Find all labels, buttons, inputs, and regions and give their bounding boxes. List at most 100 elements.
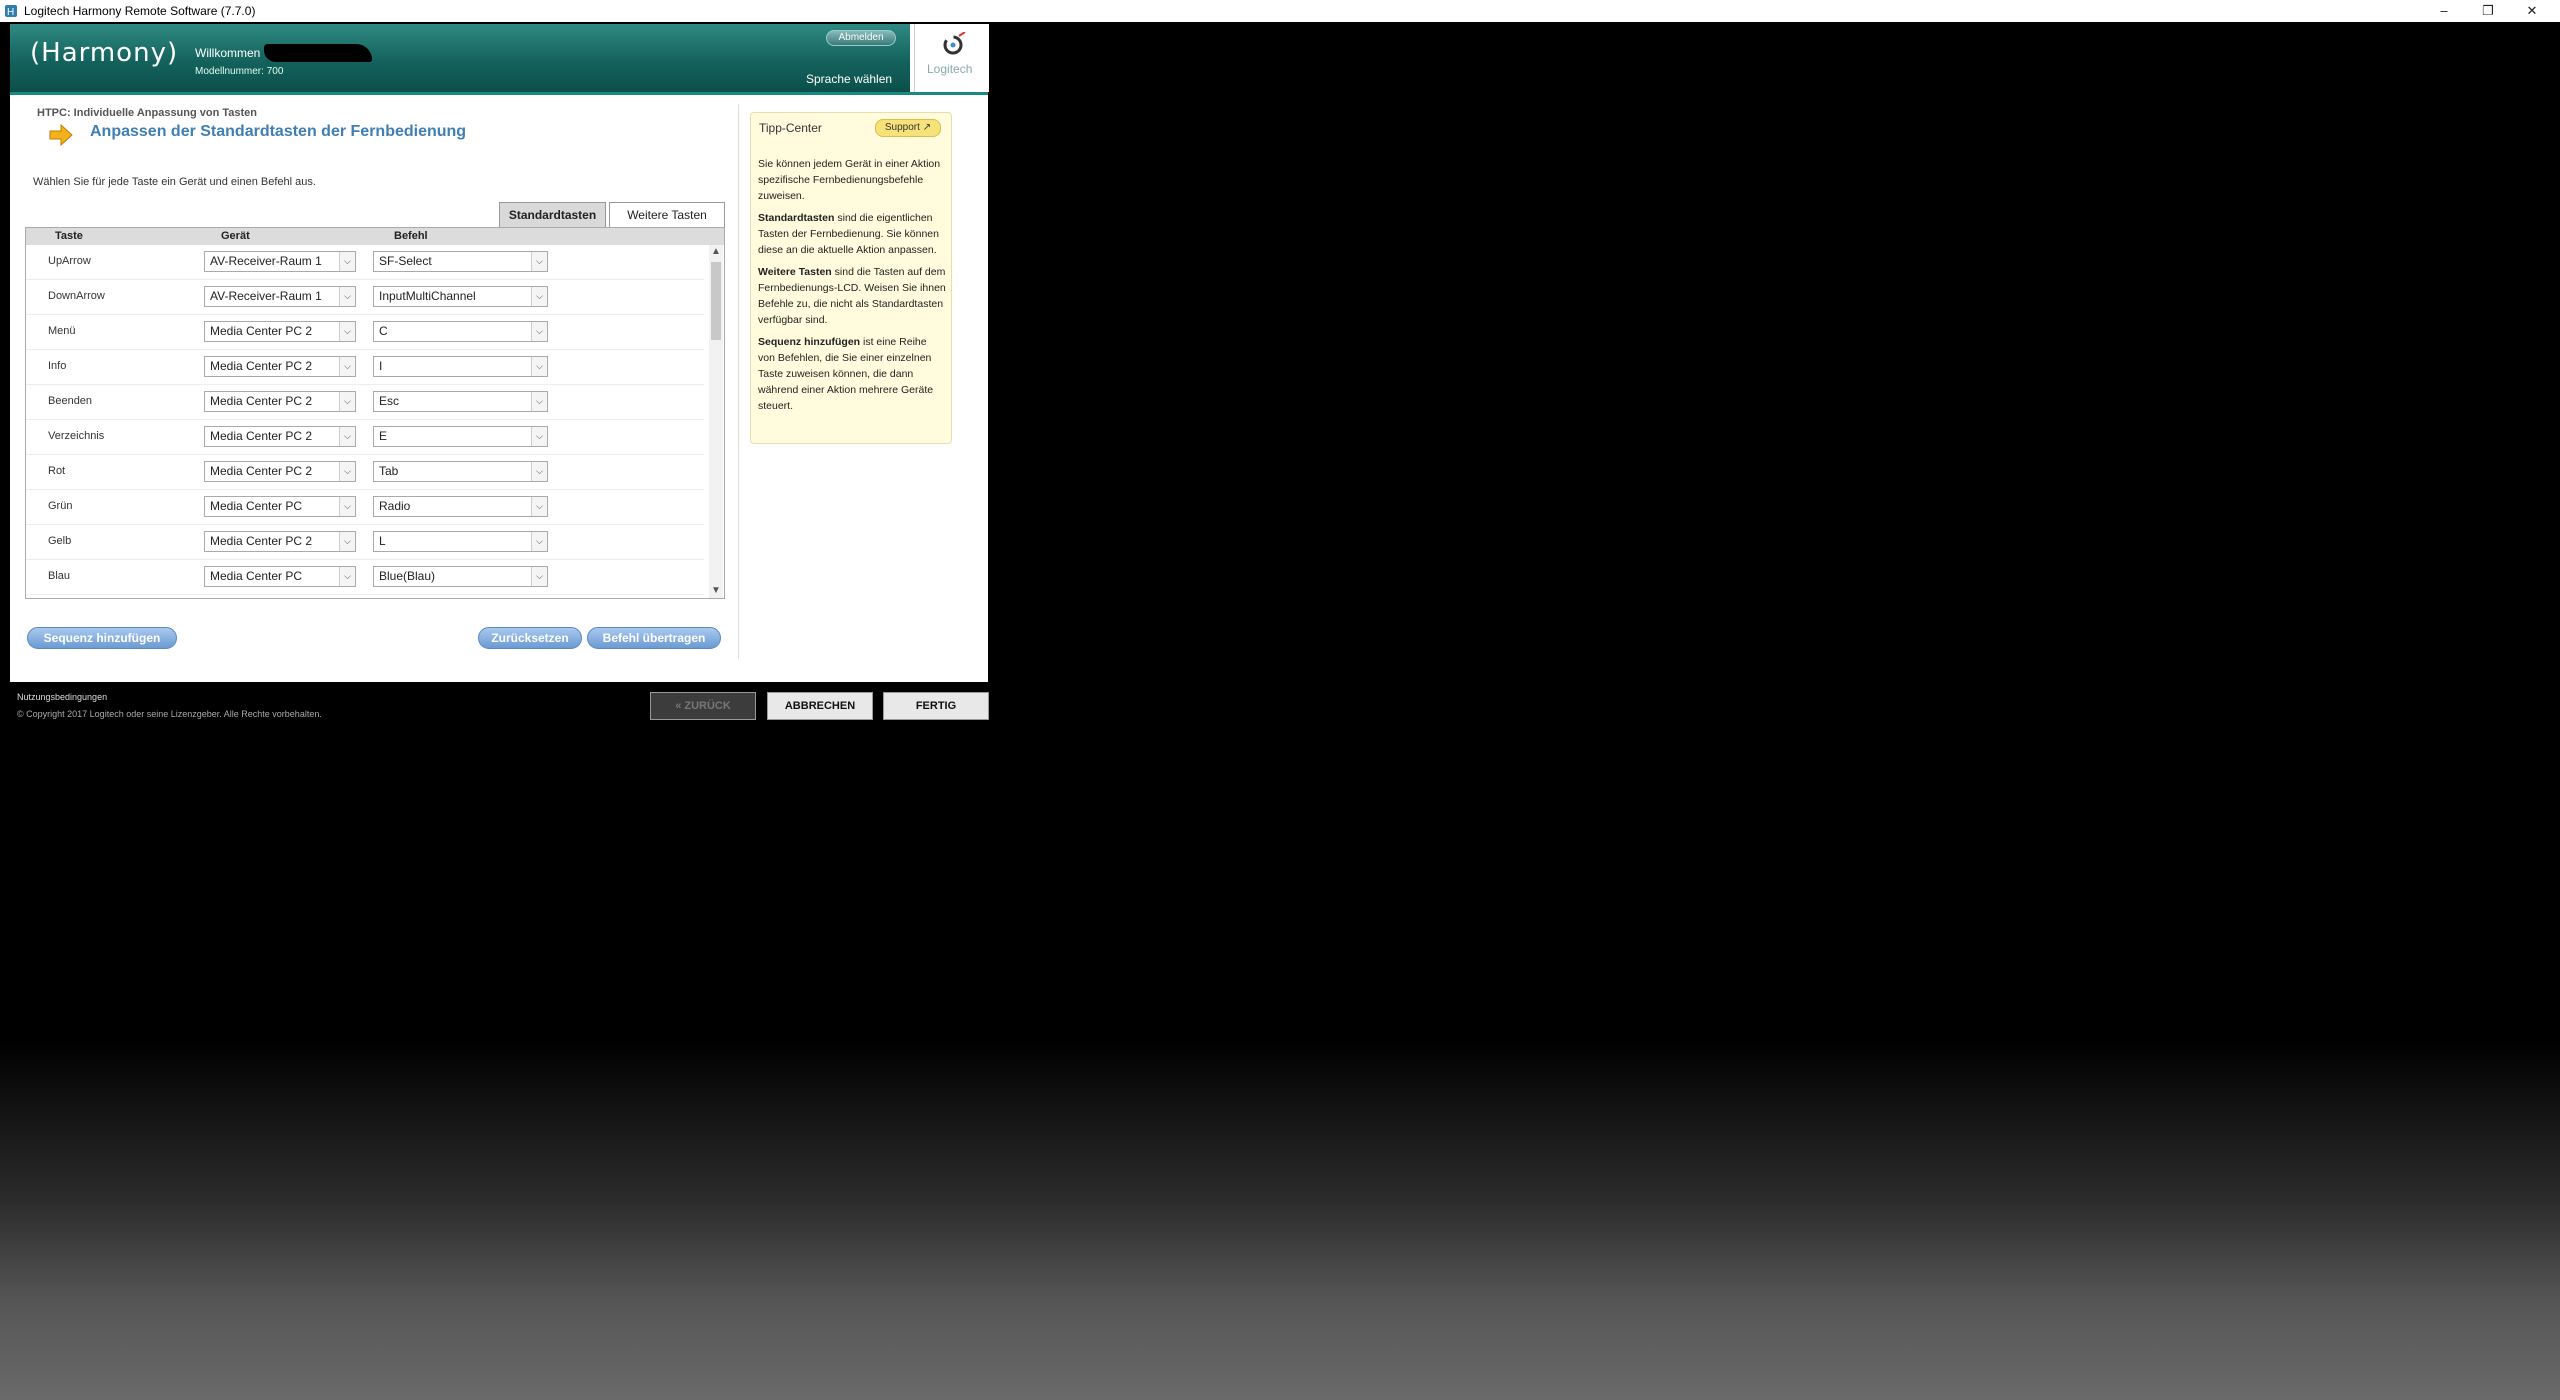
- command-select[interactable]: Radio ⌵: [373, 496, 548, 517]
- chevron-down-icon: ⌵: [339, 532, 355, 551]
- command-select[interactable]: Tab ⌵: [373, 461, 548, 482]
- command-select[interactable]: E ⌵: [373, 426, 548, 447]
- chevron-down-icon: ⌵: [339, 357, 355, 376]
- key-label: Menü: [48, 325, 76, 337]
- close-button[interactable]: ✕: [2512, 0, 2552, 22]
- restore-button[interactable]: ❐: [2468, 0, 2508, 22]
- logitech-wordmark: Logitech: [927, 62, 973, 76]
- support-button[interactable]: Support ↗: [875, 119, 941, 137]
- tip-paragraph: Weitere Tasten sind die Tasten auf dem F…: [758, 266, 946, 326]
- chevron-down-icon: ⌵: [531, 252, 547, 271]
- chevron-down-icon: ⌵: [339, 252, 355, 271]
- redacted-username: [264, 44, 372, 62]
- logitech-brand: Logitech: [914, 24, 989, 92]
- table-row: DownArrow AV-Receiver-Raum 1 ⌵ InputMulti…: [26, 280, 704, 315]
- key-label: Gelb: [48, 535, 72, 547]
- tab-weitere-tasten[interactable]: Weitere Tasten: [609, 202, 725, 227]
- key-label: DownArrow: [48, 290, 105, 302]
- tab-standardtasten[interactable]: Standardtasten: [499, 202, 606, 227]
- command-select[interactable]: C ⌵: [373, 321, 548, 342]
- app-window: (Harmony) Willkommen Modellnummer: 700 A…: [10, 24, 989, 682]
- device-select[interactable]: Media Center PC ⌵: [204, 496, 356, 517]
- command-select[interactable]: I ⌵: [373, 356, 548, 377]
- command-select[interactable]: InputMultiChannel ⌵: [373, 286, 548, 307]
- key-label: Verzeichnis: [48, 430, 105, 442]
- tip-center-body: Sie können jedem Gerät in einer Aktion s…: [758, 156, 946, 420]
- breadcrumb: HTPC: Individuelle Anpassung von Tasten: [37, 107, 258, 119]
- terms-link[interactable]: Nutzungsbedingungen: [17, 692, 107, 702]
- chevron-down-icon: ⌵: [531, 322, 547, 341]
- panel-divider: [738, 104, 739, 659]
- language-link[interactable]: Sprache wählen: [806, 72, 892, 86]
- key-label: Info: [48, 360, 67, 372]
- page-title: Anpassen der Standardtasten der Fernbedi…: [90, 123, 467, 140]
- instruction-text: Wählen Sie für jede Taste ein Gerät und …: [33, 176, 316, 188]
- device-select[interactable]: Media Center PC 2 ⌵: [204, 356, 356, 377]
- chevron-down-icon: ⌵: [531, 287, 547, 306]
- key-label: Beenden: [48, 395, 93, 407]
- table-row: Blau Media Center PC ⌵ Blue(Blau) ⌵: [26, 560, 704, 595]
- table-row: UpArrow AV-Receiver-Raum 1 ⌵ SF-Select ⌵: [26, 245, 704, 280]
- table-row: Rot Media Center PC 2 ⌵ Tab ⌵: [26, 455, 704, 490]
- arrow-right-icon: [49, 124, 73, 146]
- chevron-down-icon: ⌵: [531, 392, 547, 411]
- column-header-taste: Taste: [55, 230, 83, 242]
- chevron-down-icon: ⌵: [531, 532, 547, 551]
- device-select[interactable]: Media Center PC 2 ⌵: [204, 461, 356, 482]
- device-select[interactable]: Media Center PC 2 ⌵: [204, 321, 356, 342]
- app-header: (Harmony) Willkommen Modellnummer: 700 A…: [10, 24, 910, 92]
- back-button[interactable]: « ZURÜCK: [650, 692, 756, 720]
- device-select[interactable]: Media Center PC 2 ⌵: [204, 426, 356, 447]
- header-stripe: [10, 92, 988, 95]
- table-row: Gelb Media Center PC 2 ⌵ L ⌵: [26, 525, 704, 560]
- device-select[interactable]: Media Center PC 2 ⌵: [204, 391, 356, 412]
- chevron-down-icon: ⌵: [339, 427, 355, 446]
- chevron-down-icon: ⌵: [339, 287, 355, 306]
- chevron-down-icon: ⌵: [531, 462, 547, 481]
- minimize-button[interactable]: –: [2424, 0, 2464, 22]
- table-row: Verzeichnis Media Center PC 2 ⌵ E ⌵: [26, 420, 704, 455]
- chevron-down-icon: ⌵: [339, 462, 355, 481]
- logitech-logo-icon: [943, 32, 966, 55]
- device-select[interactable]: Media Center PC 2 ⌵: [204, 531, 356, 552]
- device-select[interactable]: AV-Receiver-Raum 1 ⌵: [204, 251, 356, 272]
- table-rows: UpArrow AV-Receiver-Raum 1 ⌵ SF-Select ⌵ D…: [26, 245, 704, 598]
- table-scrollbar[interactable]: ▲ ▼: [709, 245, 723, 598]
- done-button[interactable]: FERTIG: [883, 692, 989, 720]
- add-sequence-button[interactable]: Sequenz hinzufügen: [27, 627, 177, 649]
- scroll-down-icon[interactable]: ▼: [709, 584, 723, 598]
- device-select[interactable]: Media Center PC ⌵: [204, 566, 356, 587]
- transfer-command-button[interactable]: Befehl übertragen: [587, 627, 721, 649]
- table-row: Beenden Media Center PC 2 ⌵ Esc ⌵: [26, 385, 704, 420]
- key-label: UpArrow: [48, 255, 91, 267]
- table-header: Taste Gerät Befehl: [26, 228, 724, 245]
- cancel-button[interactable]: ABBRECHEN: [767, 692, 873, 720]
- command-select[interactable]: SF-Select ⌵: [373, 251, 548, 272]
- welcome-text: Willkommen: [195, 46, 261, 60]
- harmony-logo: (Harmony): [30, 38, 179, 68]
- chevron-down-icon: ⌵: [531, 427, 547, 446]
- chevron-down-icon: ⌵: [531, 497, 547, 516]
- tip-paragraph: Sie können jedem Gerät in einer Aktion s…: [758, 158, 941, 202]
- reset-button[interactable]: Zurücksetzen: [478, 627, 582, 649]
- external-link-icon: ↗: [922, 122, 932, 133]
- command-select[interactable]: Esc ⌵: [373, 391, 548, 412]
- scroll-up-icon[interactable]: ▲: [709, 245, 723, 259]
- chevron-down-icon: ⌵: [339, 497, 355, 516]
- scroll-thumb[interactable]: [711, 262, 721, 340]
- command-select[interactable]: Blue(Blau) ⌵: [373, 566, 548, 587]
- tip-center-panel: Tipp-Center Support ↗ Sie können jedem G…: [750, 112, 952, 444]
- svg-text:H: H: [7, 7, 14, 18]
- tip-center-title: Tipp-Center: [759, 121, 822, 135]
- chevron-down-icon: ⌵: [339, 392, 355, 411]
- chevron-down-icon: ⌵: [531, 567, 547, 586]
- window-titlebar: H Logitech Harmony Remote Software (7.7.…: [0, 0, 2560, 22]
- key-label: Rot: [48, 465, 66, 477]
- device-select[interactable]: AV-Receiver-Raum 1 ⌵: [204, 286, 356, 307]
- column-header-geraet: Gerät: [221, 230, 250, 242]
- logout-button[interactable]: Abmelden: [826, 30, 896, 46]
- command-select[interactable]: L ⌵: [373, 531, 548, 552]
- window-title: Logitech Harmony Remote Software (7.7.0): [24, 4, 256, 18]
- copyright-text: © Copyright 2017 Logitech oder seine Liz…: [17, 709, 322, 719]
- tip-paragraph: Standardtasten sind die eigentlichen Tas…: [758, 212, 939, 256]
